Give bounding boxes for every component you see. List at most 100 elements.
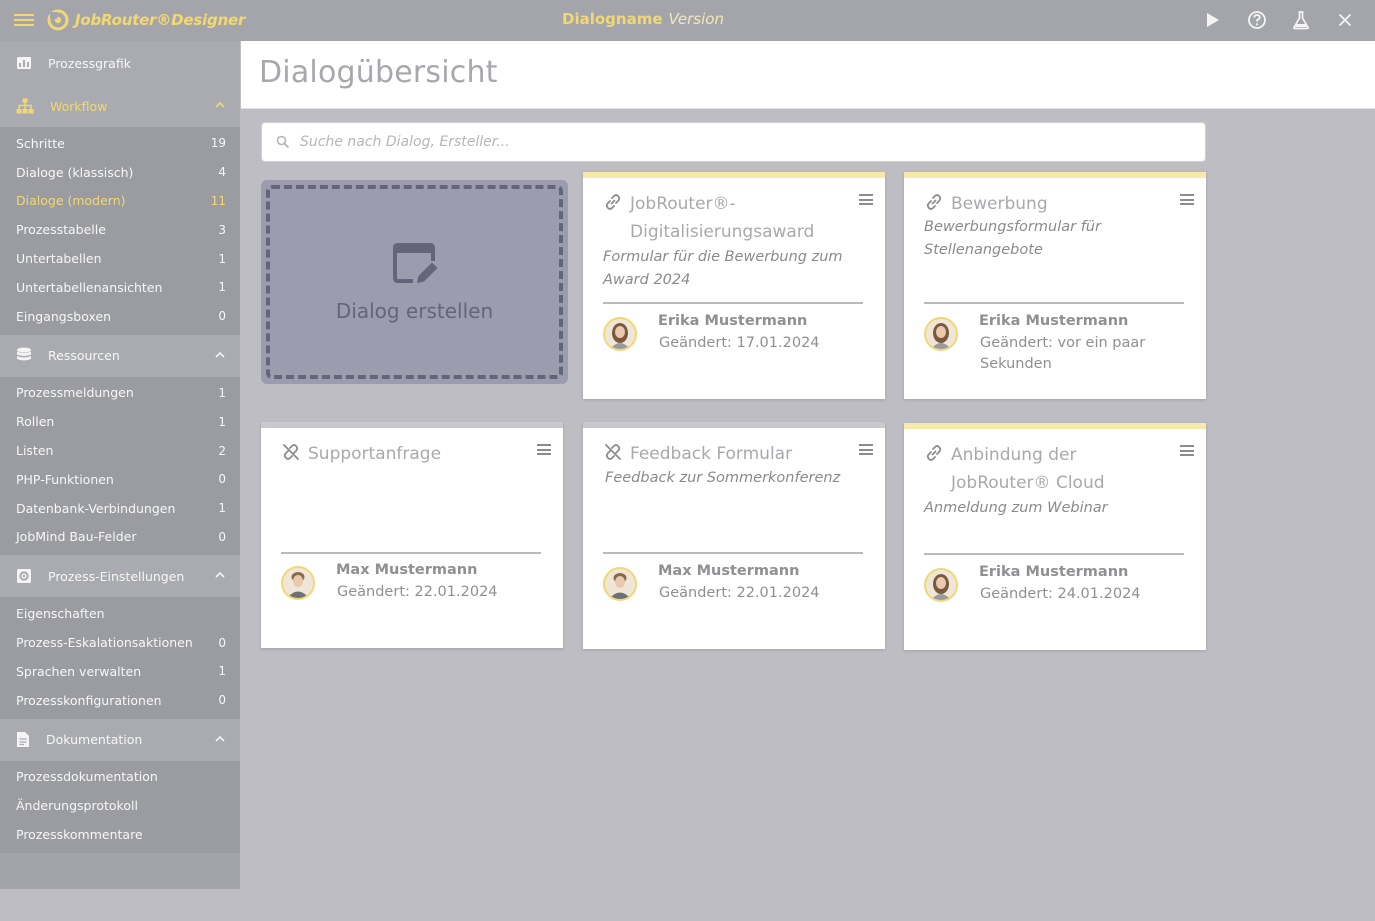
sidebar-item-untertabellen[interactable]: Untertabellen 1	[0, 244, 240, 273]
sidebar-item-listen[interactable]: Listen 2	[0, 436, 240, 465]
sidebar-item-datenbank-verbindungen[interactable]: Datenbank-Verbindungen 1	[0, 494, 240, 523]
card-author: Max Mustermann	[336, 562, 478, 578]
sidebar-item-dialoge-klassisch[interactable]: Dialoge (klassisch) 4	[0, 158, 240, 187]
sidebar-item-count: 3	[218, 222, 226, 237]
sidebar-item-prozessdokumentation[interactable]: Prozessdokumentation	[0, 763, 240, 792]
page-header: Dialogübersicht	[241, 41, 1375, 109]
sidebar-item-sprachen-verwalten[interactable]: Sprachen verwalten 1	[0, 657, 240, 686]
sidebar-item-count: 4	[218, 165, 226, 180]
card-menu-icon[interactable]	[1180, 445, 1194, 459]
card-author: Erika Mustermann	[658, 313, 808, 329]
sidebar-section-prozess-einstellungen[interactable]: Prozess-Einstellungen	[0, 555, 240, 598]
sidebar-item-label: Sprachen verwalten	[16, 663, 142, 679]
sidebar-section-label: Ressourcen	[48, 348, 120, 364]
avatar-female-icon	[605, 319, 635, 349]
help-button[interactable]	[1235, 7, 1279, 33]
create-dialog-card[interactable]: Dialog erstellen	[261, 180, 568, 384]
avatar	[924, 568, 958, 602]
search-input[interactable]	[300, 134, 1180, 150]
sidebar-item-untertabellenansichten[interactable]: Untertabellenansichten 1	[0, 273, 240, 302]
main-content: Dialogübersicht Dialog erstellen JobRout…	[241, 41, 1375, 889]
sidebar-item-php-funktionen[interactable]: PHP-Funktionen 0	[0, 465, 240, 494]
card-title: Bewerbung	[951, 194, 1048, 214]
hamburger-menu-icon[interactable]	[14, 11, 34, 29]
sidebar-item-prozess-eskalationsaktionen[interactable]: Prozess-Eskalationsaktionen 0	[0, 628, 240, 657]
card-author: Erika Mustermann	[979, 313, 1129, 329]
sidebar-item-label: Rollen	[16, 414, 55, 430]
card-status-bar	[583, 422, 885, 428]
card-status-bar	[583, 172, 885, 178]
card-title: JobRouter®-Digitalisierungsaward	[630, 194, 815, 242]
sidebar-item-count: 1	[218, 501, 226, 516]
card-description: Formular für die Bewerbung zum Award 202…	[603, 249, 843, 288]
sidebar-item-label: PHP-Funktionen	[16, 471, 114, 487]
chevron-up-icon	[215, 101, 225, 108]
card-status-bar	[904, 172, 1206, 178]
brand: JobRouter®Designer	[47, 8, 245, 32]
play-button[interactable]	[1191, 7, 1235, 33]
sidebar-item-schritte[interactable]: Schritte 19	[0, 129, 240, 158]
sidebar-section-label: Dokumentation	[46, 732, 143, 748]
create-dialog-label: Dialog erstellen	[335, 299, 494, 323]
search-bar	[261, 122, 1206, 162]
link-icon	[926, 194, 942, 210]
sidebar-item-count: 0	[218, 529, 226, 544]
sidebar-item-label: Eingangsboxen	[16, 308, 112, 324]
sidebar-item-prozesstabelle[interactable]: Prozesstabelle 3	[0, 215, 240, 244]
card-description: Feedback zur Sommerkonferenz	[605, 470, 841, 486]
card-divider	[603, 302, 863, 304]
card-menu-icon[interactable]	[859, 444, 873, 458]
dialog-card[interactable]: Feedback Formular Feedback zur Sommerkon…	[583, 422, 885, 649]
card-menu-icon[interactable]	[1180, 194, 1194, 208]
brand-name: JobRouter®Designer	[75, 11, 246, 29]
dialog-card[interactable]: Supportanfrage Max Mustermann Geändert: …	[261, 422, 563, 648]
sidebar-section-label: Prozess-Einstellungen	[48, 568, 185, 584]
top-bar: JobRouter®Designer Dialogname Version	[0, 0, 1375, 41]
avatar-female-icon	[926, 570, 956, 600]
sidebar-item-count: 1	[218, 385, 226, 400]
help-icon	[1248, 11, 1266, 29]
sidebar-item-count: 0	[218, 635, 226, 650]
sitemap-icon	[16, 98, 34, 114]
dialog-name: Dialogname	[562, 10, 663, 28]
dialog-card[interactable]: JobRouter®-Digitalisierungsaward Formula…	[583, 172, 885, 399]
dialog-card[interactable]: Bewerbung Bewerbungsformular für Stellen…	[904, 172, 1206, 399]
close-button[interactable]	[1323, 7, 1367, 33]
dialog-card[interactable]: Anbindung der JobRouter® Cloud Anmeldung…	[904, 423, 1206, 650]
card-menu-icon[interactable]	[859, 194, 873, 208]
sidebar-item-label: Dialoge (modern)	[16, 193, 126, 209]
sidebar-item-count: 1	[218, 251, 226, 266]
sidebar-item-rollen[interactable]: Rollen 1	[0, 407, 240, 436]
sidebar-section-dokumentation[interactable]: Dokumentation	[0, 718, 240, 761]
sidebar-item-prozessmeldungen[interactable]: Prozessmeldungen 1	[0, 379, 240, 408]
sidebar-item-label: Prozessmeldungen	[16, 385, 134, 401]
dialog-title: Dialogname Version	[562, 10, 724, 28]
sidebar-item-prozesskonfigurationen[interactable]: Prozesskonfigurationen 0	[0, 686, 240, 715]
sidebar-section-items: Eigenschaften Prozess-Eskalationsaktione…	[0, 597, 240, 719]
sidebar-item-eingangsboxen[interactable]: Eingangsboxen 0	[0, 302, 240, 331]
sidebar-item-eigenschaften[interactable]: Eigenschaften	[0, 599, 240, 628]
sidebar-item-aenderungsprotokoll[interactable]: Änderungsprotokoll	[0, 791, 240, 820]
sidebar-section-ressourcen[interactable]: Ressourcen	[0, 334, 240, 377]
card-menu-icon[interactable]	[537, 444, 551, 458]
avatar	[281, 566, 315, 600]
sidebar-item-label: Untertabellen	[16, 251, 102, 267]
sidebar-item-prozesskommentare[interactable]: Prozesskommentare	[0, 820, 240, 849]
test-button[interactable]	[1279, 7, 1323, 33]
sidebar-item-count: 0	[218, 472, 226, 487]
avatar-female-icon	[926, 319, 956, 349]
edit-window-icon	[393, 243, 438, 283]
sidebar-item-jobmind-bau-felder[interactable]: JobMind Bau-Felder 0	[0, 523, 240, 552]
sidebar: Prozessgrafik Workflow Schritte 19 Dialog…	[0, 41, 240, 889]
chevron-up-icon	[215, 572, 225, 578]
card-divider	[924, 302, 1184, 304]
sidebar-item-count: 2	[218, 443, 226, 458]
sidebar-section-workflow[interactable]: Workflow	[0, 85, 240, 127]
chevron-up-icon	[215, 351, 225, 358]
sidebar-item-count: 19	[210, 136, 226, 151]
link-off-icon	[605, 444, 621, 460]
avatar-male-icon	[605, 569, 635, 599]
dialog-version: Version	[668, 10, 724, 28]
sidebar-item-dialoge-modern[interactable]: Dialoge (modern) 11	[0, 187, 240, 216]
sidebar-item-prozessgrafik[interactable]: Prozessgrafik	[0, 41, 240, 85]
